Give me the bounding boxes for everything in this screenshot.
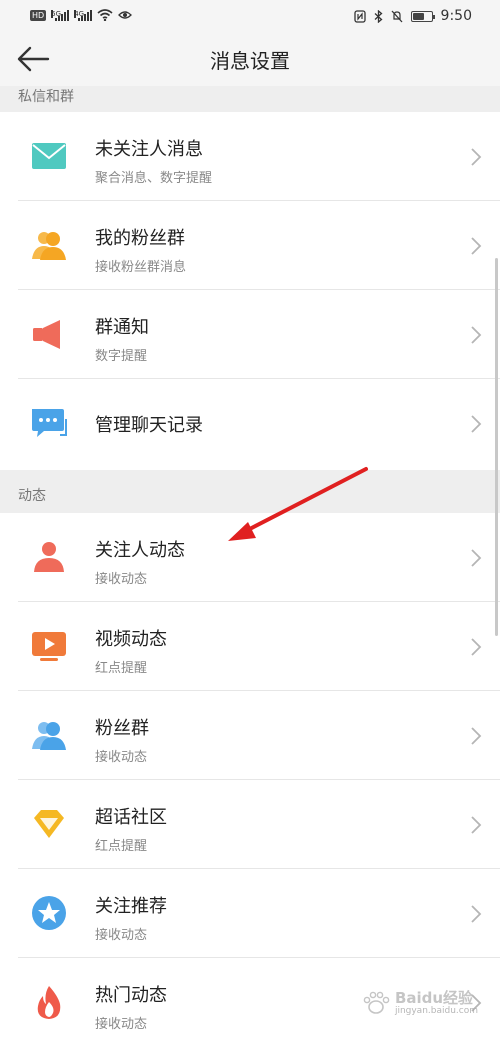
eye-icon — [118, 11, 133, 19]
settings-item-follow-recommend[interactable]: 关注推荐 接收动态 — [0, 869, 500, 958]
settings-item-my-fan-group[interactable]: 我的粉丝群 接收粉丝群消息 — [0, 201, 500, 290]
settings-item-following-feed[interactable]: 关注人动态 接收动态 — [0, 513, 500, 602]
chevron-right-icon — [471, 638, 482, 656]
item-label: 超话社区 — [95, 807, 167, 828]
chevron-right-icon — [471, 326, 482, 344]
settings-item-group-notice[interactable]: 群通知 数字提醒 — [0, 290, 500, 379]
item-label: 未关注人消息 — [95, 139, 203, 160]
nfc-icon — [353, 9, 366, 23]
video-icon — [32, 632, 66, 661]
person-icon — [34, 542, 64, 572]
item-label: 视频动态 — [95, 629, 167, 650]
battery-icon — [410, 10, 435, 22]
star-icon — [32, 896, 66, 930]
paw-logo-icon — [363, 991, 390, 1014]
chat-history-icon — [32, 409, 67, 437]
item-subtitle: 接收动态 — [95, 750, 148, 765]
item-label: 关注推荐 — [95, 896, 167, 917]
item-subtitle: 接收动态 — [95, 572, 148, 587]
item-label: 我的粉丝群 — [95, 228, 185, 249]
bluetooth-icon — [374, 9, 383, 23]
item-subtitle: 接收粉丝群消息 — [95, 260, 187, 275]
settings-item-fan-group-feed[interactable]: 粉丝群 接收动态 — [0, 691, 500, 780]
signal-icon-2: 4G — [74, 9, 93, 21]
section-header-feed: 动态 — [0, 470, 500, 513]
chevron-right-icon — [471, 148, 482, 166]
item-label: 热门动态 — [95, 985, 167, 1006]
item-subtitle: 接收动态 — [95, 1017, 148, 1032]
scrollbar[interactable] — [495, 258, 498, 636]
watermark-brand: Baidu经验 — [394, 989, 474, 1007]
item-label: 关注人动态 — [95, 540, 185, 561]
page-title: 消息设置 — [210, 49, 290, 73]
settings-item-unfollowed-messages[interactable]: 未关注人消息 聚合消息、数字提醒 — [0, 112, 500, 201]
app-header: 消息设置 — [0, 32, 500, 86]
chevron-right-icon — [471, 415, 482, 433]
status-bar: HD 5G 4G 9:50 — [0, 0, 500, 32]
item-label: 管理聊天记录 — [95, 415, 203, 436]
flame-icon — [37, 986, 61, 1019]
settings-item-super-topic[interactable]: 超话社区 红点提醒 — [0, 780, 500, 869]
clock: 9:50 — [440, 8, 472, 24]
item-subtitle: 数字提醒 — [95, 349, 148, 364]
item-label: 粉丝群 — [95, 718, 149, 739]
section-header-private: 私信和群 — [0, 86, 500, 112]
item-label: 群通知 — [95, 317, 149, 338]
baidu-jingyan-watermark: Baidu经验 jingyan.baidu.com — [361, 990, 478, 1016]
megaphone-icon — [33, 320, 60, 349]
item-subtitle: 红点提醒 — [95, 661, 148, 676]
envelope-icon — [32, 143, 66, 169]
mute-bell-icon — [391, 10, 403, 22]
settings-item-manage-chat-history[interactable]: 管理聊天记录 — [0, 379, 500, 468]
wifi-icon — [97, 9, 113, 21]
item-subtitle: 红点提醒 — [95, 839, 148, 854]
item-subtitle: 接收动态 — [95, 928, 148, 943]
fans-icon — [32, 722, 66, 750]
chevron-right-icon — [471, 816, 482, 834]
diamond-icon — [34, 810, 64, 838]
signal-icon: 5G — [51, 9, 70, 21]
settings-item-video-feed[interactable]: 视频动态 红点提醒 — [0, 602, 500, 691]
hd-badge: HD — [30, 9, 47, 21]
watermark-url: jingyan.baidu.com — [394, 1006, 478, 1016]
chevron-right-icon — [471, 549, 482, 567]
chevron-right-icon — [471, 237, 482, 255]
chevron-right-icon — [471, 727, 482, 745]
net-label-2: 4G — [74, 9, 85, 18]
net-label-1: 5G — [51, 9, 62, 18]
chevron-right-icon — [471, 905, 482, 923]
item-subtitle: 聚合消息、数字提醒 — [95, 171, 213, 186]
fan-group-icon — [32, 232, 66, 260]
